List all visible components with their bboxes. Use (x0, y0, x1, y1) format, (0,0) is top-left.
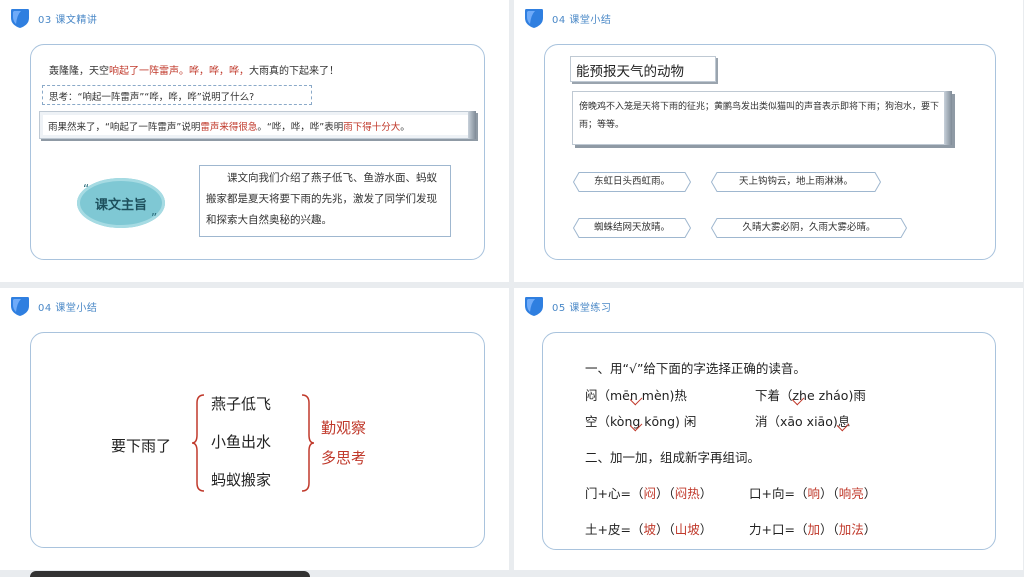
slide-thumbnail-practice[interactable]: 05 课堂练习 一、用“√”给下面的字选择正确的读音。 闷（mēn mèn)热 … (514, 288, 1023, 570)
pinyin-item: 消（xāo xiāo)息 (755, 414, 851, 429)
shield-logo-icon (11, 9, 29, 28)
question-2: 二、加一加，组成新字再组词。 (585, 450, 761, 465)
quote-open-icon: “ (83, 182, 90, 196)
section-title: 03 课文精讲 (38, 15, 98, 26)
content-frame: 能预报天气的动物 傍晚鸡不入笼是天将下雨的征兆；黄鹂鸟发出类似猫叫的声音表示即将… (544, 44, 996, 260)
pinyin-item: 空（kòng kōng) 闲 (585, 414, 697, 429)
sign-item: 小鱼出水 (211, 433, 272, 451)
question-1: 一、用“√”给下面的字选择正确的读音。 (585, 361, 806, 376)
sign-item: 燕子低飞 (211, 395, 272, 413)
result-box: 雨果然来了，“响起了一阵雷声”说明雷声来得很急。“哗，哗，哗”表明雨下得十分大。 (39, 111, 476, 139)
slide-thumbnail-lesson-explain[interactable]: 03 课文精讲 轰隆隆，天空响起了一阵雷声。哗，哗，哗，大雨真的下起来了！ 思考… (0, 0, 509, 282)
box-bevel (468, 111, 476, 139)
saying-tag: 东虹日头西虹雨。 (573, 172, 691, 192)
section-title: 04 课堂小结 (38, 303, 98, 314)
compose-row: 口+向=（响）（响亮） (749, 486, 877, 501)
slide-thumbnail-summary-signs[interactable]: 04 课堂小结 要下雨了 燕子低飞 小鱼出水 蚂蚁搬家 勤观察 多思考 (0, 288, 509, 570)
content-frame: 要下雨了 燕子低飞 小鱼出水 蚂蚁搬家 勤观察 多思考 (30, 332, 485, 548)
content-frame: 一、用“√”给下面的字选择正确的读音。 闷（mēn mèn)热 下着（zhe z… (542, 332, 996, 550)
section-title: 05 课堂练习 (552, 303, 612, 314)
box-bevel (944, 91, 952, 145)
pinyin-item: 下着（zhe zháo)雨 (755, 388, 866, 403)
right-brace-icon (301, 394, 315, 492)
left-brace-icon (191, 394, 205, 492)
think-question: 思考：“响起一阵雷声”“哗，哗，哗”说明了什么? (42, 85, 312, 105)
saying-tag: 天上钩钩云，地上雨淋淋。 (711, 172, 881, 192)
saying-tag: 蜘蛛结网天放晴。 (573, 218, 691, 238)
lead-text: 要下雨了 (111, 437, 172, 455)
tip-text: 多思考 (321, 449, 367, 467)
shield-logo-icon (525, 9, 543, 28)
quote-close-icon: ” (151, 211, 158, 225)
shield-logo-icon (525, 297, 543, 316)
saying-tag: 久晴大雾必阴，久雨大雾必晴。 (711, 218, 907, 238)
description-box: 傍晚鸡不入笼是天将下雨的征兆；黄鹂鸟发出类似猫叫的声音表示即将下雨；狗泡水，要下… (572, 91, 952, 145)
topic-title: 能预报天气的动物 (570, 56, 716, 82)
compose-row: 门+心=（闷）（闷热） (585, 486, 713, 501)
summary-text: 课文向我们介绍了燕子低飞、鱼游水面、蚂蚁搬家都是夏天将要下雨的先兆，激发了同学们… (199, 165, 451, 237)
slide-thumbnail-summary-animals[interactable]: 04 课堂小结 能预报天气的动物 傍晚鸡不入笼是天将下雨的征兆；黄鹂鸟发出类似猫… (514, 0, 1023, 282)
shield-logo-icon (11, 297, 29, 316)
content-frame: 轰隆隆，天空响起了一阵雷声。哗，哗，哗，大雨真的下起来了！ 思考：“响起一阵雷声… (30, 44, 485, 260)
compose-row: 力+口=（加）（加法） (749, 522, 877, 537)
next-slide-peek[interactable] (30, 571, 310, 577)
slide-grid: 03 课文精讲 轰隆隆，天空响起了一阵雷声。哗，哗，哗，大雨真的下起来了！ 思考… (0, 0, 1024, 577)
compose-row: 土+皮=（坡）（山坡） (585, 522, 713, 537)
section-title: 04 课堂小结 (552, 15, 612, 26)
text-line: 轰隆隆，天空响起了一阵雷声。哗，哗，哗，大雨真的下起来了！ (49, 66, 339, 77)
tip-text: 勤观察 (321, 419, 367, 437)
sign-item: 蚂蚁搬家 (211, 471, 272, 489)
